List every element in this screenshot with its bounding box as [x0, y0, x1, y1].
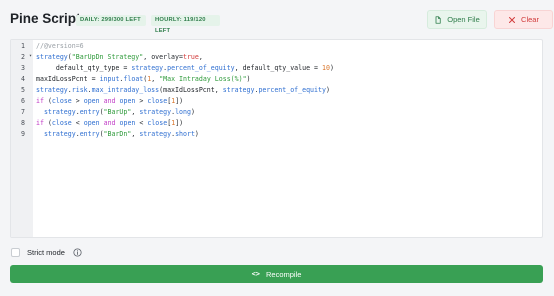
line-number: 3 [11, 63, 33, 74]
daily-quota-badge: DAILY: 299/300 LEFT [76, 15, 146, 26]
code-line: strategy.entry("BarUp", strategy.long) [43, 108, 195, 116]
code-line: if (close < open and open < close[1]) [36, 119, 184, 127]
line-number-text: 3 [21, 64, 25, 72]
file-icon [435, 15, 441, 24]
code-editor[interactable]: 1 2 ▾ 3 4 5 6 7 8 9 //@version=6 strategy("BarUpDn… [10, 39, 543, 238]
chevron-down-icon[interactable]: ▾ [29, 53, 32, 59]
strict-mode-checkbox[interactable] [11, 248, 20, 257]
page-title: Pine Script [10, 11, 81, 26]
code-line: maxIdLossPcnt = input.float(1, "Max Intr… [36, 75, 251, 83]
line-number-text: 5 [21, 86, 25, 94]
code-line: default_qty_type = strategy.percent_of_e… [55, 64, 334, 72]
close-icon [509, 16, 516, 23]
line-number-text: 6 [21, 97, 25, 105]
header: Pine Script DAILY: 299/300 LEFT HOURLY: … [10, 9, 553, 34]
line-number: 5 [11, 85, 33, 96]
line-number: 2 ▾ [11, 52, 33, 63]
code-line: strategy.entry("BarDn", strategy.short) [43, 130, 199, 138]
line-number: 9 [11, 129, 33, 140]
open-file-button[interactable]: Open File [427, 10, 487, 29]
line-number-text: 9 [21, 130, 25, 138]
code-line: strategy.risk.max_intraday_loss(maxIdLos… [36, 86, 330, 94]
recompile-button[interactable]: <> Recompile [10, 265, 543, 283]
hourly-quota-badge: HOURLY: 119/120 LEFT [151, 15, 220, 34]
open-file-label: Open File [447, 15, 480, 24]
line-number-gutter: 1 2 ▾ 3 4 5 6 7 8 9 [11, 40, 33, 237]
line-number-text: 7 [21, 108, 25, 116]
line-number: 8 [11, 118, 33, 129]
line-number: 1 [11, 41, 33, 52]
line-number-text: 1 [21, 42, 25, 50]
pine-script-panel: Pine Script DAILY: 299/300 LEFT HOURLY: … [0, 0, 554, 296]
clear-label: Clear [521, 15, 539, 24]
strict-mode-label: Strict mode [27, 248, 65, 257]
line-number-text: 2 [21, 53, 25, 61]
code-line: strategy("BarUpDn Strategy", overlay=tru… [36, 53, 203, 61]
line-number: 4 [11, 74, 33, 85]
footer: Strict mode [10, 246, 544, 260]
code-line: //@version=6 [36, 42, 84, 50]
line-number-text: 8 [21, 119, 25, 127]
recompile-label: Recompile [266, 269, 302, 279]
code-icon: <> [251, 270, 260, 278]
clear-button[interactable]: Clear [494, 10, 553, 29]
line-number: 7 [11, 107, 33, 118]
code-line: if (close > open and open > close[1]) [36, 97, 184, 105]
line-number: 6 [11, 96, 33, 107]
info-icon[interactable] [73, 248, 82, 257]
line-number-text: 4 [21, 75, 25, 83]
